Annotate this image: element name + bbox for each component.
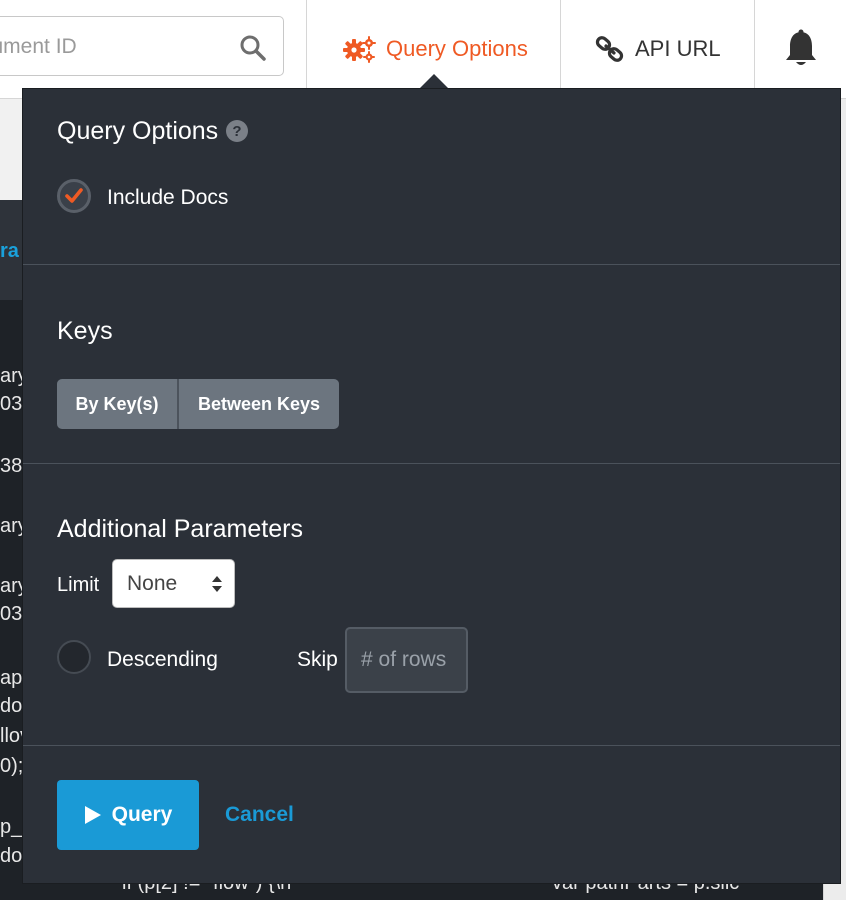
tray-pointer [420, 74, 448, 88]
document-id-search [0, 16, 284, 77]
query-button-label: Query [111, 803, 173, 826]
include-docs-label[interactable]: Include Docs [107, 186, 228, 210]
query-options-label: Query Options [386, 36, 528, 61]
play-icon [84, 806, 101, 824]
api-url-button[interactable]: API URL [595, 0, 721, 98]
keys-button-group: By Key(s) Between Keys [57, 379, 339, 429]
notifications-button[interactable] [782, 0, 830, 98]
section-divider [23, 745, 840, 746]
editor-tab-label: ra [0, 240, 19, 262]
code-fragment: p_ [0, 816, 23, 838]
document-id-input[interactable] [0, 17, 223, 77]
header-divider [754, 0, 755, 88]
link-icon [595, 36, 624, 62]
limit-label: Limit [57, 574, 100, 596]
limit-selected-value: None [127, 572, 178, 595]
query-button[interactable]: Query [57, 780, 199, 850]
svg-text:?: ? [232, 123, 241, 140]
skip-label: Skip [297, 648, 338, 671]
cancel-link[interactable]: Cancel [225, 803, 294, 827]
search-icon[interactable] [239, 34, 267, 62]
header-divider [306, 0, 307, 88]
query-options-tray: Query Options ? Include Docs Keys By Key… [22, 88, 841, 884]
editor-tab-fragment: ra [0, 200, 22, 300]
skip-rows-input[interactable] [345, 627, 468, 693]
section-divider [23, 264, 840, 265]
descending-label[interactable]: Descending [107, 648, 218, 672]
gears-icon [343, 36, 376, 63]
bell-icon [786, 29, 816, 65]
between-keys-button[interactable]: Between Keys [179, 379, 339, 429]
additional-parameters-title: Additional Parameters [57, 515, 303, 543]
descending-checkbox[interactable] [57, 640, 91, 674]
by-keys-button[interactable]: By Key(s) [57, 379, 177, 429]
checkmark-icon [65, 188, 83, 203]
keys-title: Keys [57, 317, 113, 345]
limit-select[interactable]: None [112, 559, 235, 608]
question-circle-icon[interactable]: ? [225, 119, 249, 143]
header-divider [560, 0, 561, 88]
tray-title: Query Options [57, 117, 219, 145]
include-docs-checkbox[interactable] [57, 179, 91, 213]
section-divider [23, 463, 840, 464]
select-arrows-icon [212, 576, 222, 592]
api-url-label: API URL [635, 36, 721, 61]
